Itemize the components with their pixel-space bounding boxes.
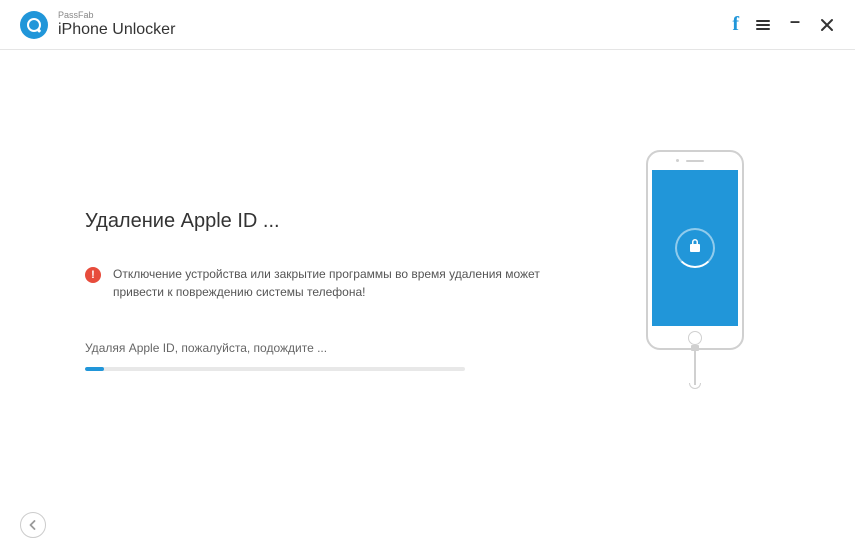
facebook-icon[interactable]: f xyxy=(732,13,739,36)
spinner-circle xyxy=(675,228,715,268)
cable-icon xyxy=(694,350,696,385)
progress-label: Удаляя Apple ID, пожалуйста, подождите .… xyxy=(85,341,555,355)
warning-text: Отключение устройства или закрытие прогр… xyxy=(113,265,555,301)
status-panel: Удаление Apple ID ... ! Отключение устро… xyxy=(85,110,555,385)
phone-icon xyxy=(646,150,744,350)
warning-icon: ! xyxy=(85,267,101,283)
phone-screen xyxy=(652,170,738,326)
brand-text: PassFab iPhone Unlocker xyxy=(58,11,175,38)
progress-bar xyxy=(85,367,465,371)
brand-area: PassFab iPhone Unlocker xyxy=(20,11,175,39)
brand-company: PassFab xyxy=(58,11,175,21)
brand-product: iPhone Unlocker xyxy=(58,21,175,39)
lock-icon xyxy=(687,238,703,259)
app-logo-icon xyxy=(20,11,48,39)
warning-row: ! Отключение устройства или закрытие про… xyxy=(85,265,555,301)
main-content: Удаление Apple ID ... ! Отключение устро… xyxy=(0,50,855,385)
back-button[interactable] xyxy=(20,512,46,538)
close-icon[interactable] xyxy=(819,17,835,33)
progress-fill xyxy=(85,367,104,371)
minimize-icon[interactable]: – xyxy=(787,17,803,33)
home-button-icon xyxy=(688,331,702,345)
menu-icon[interactable] xyxy=(755,17,771,33)
device-illustration xyxy=(595,110,795,385)
window-controls: f – xyxy=(732,13,835,36)
title-bar: PassFab iPhone Unlocker f – xyxy=(0,0,855,50)
page-title: Удаление Apple ID ... xyxy=(85,210,555,233)
